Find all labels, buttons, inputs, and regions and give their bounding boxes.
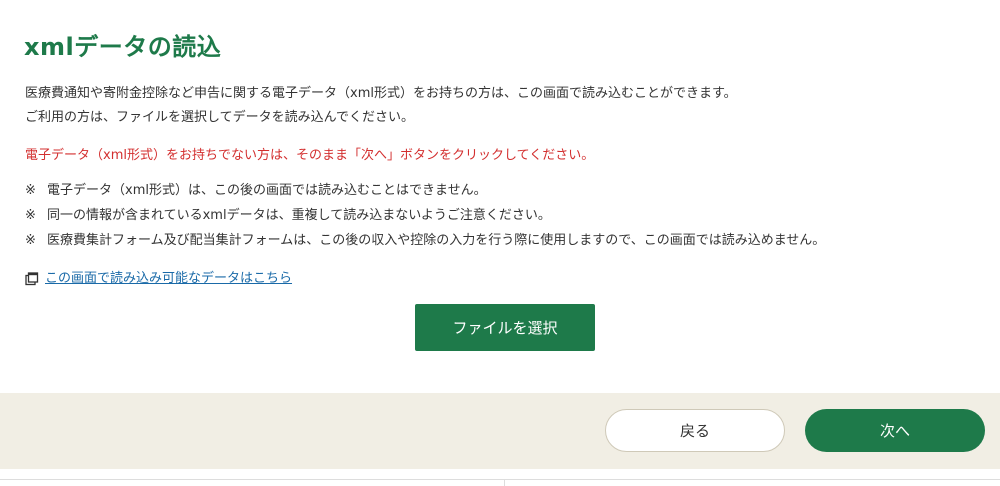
note-mark: ※ bbox=[25, 183, 36, 198]
note-text: 電子データ（xml形式）は、この後の画面では読み込むことはできません。 bbox=[47, 183, 487, 198]
bottom-divider-line bbox=[0, 479, 1000, 480]
note-text: 医療費集計フォーム及び配当集計フォームは、この後の収入や控除の入力を行う際に使用… bbox=[47, 233, 826, 248]
note-text: 同一の情報が含まれているxmlデータは、重複して読み込まないようご注意ください。 bbox=[47, 208, 551, 223]
new-window-icon bbox=[25, 272, 39, 286]
warning-message: 電子データ（xml形式）をお持ちでない方は、そのまま「次へ」ボタンをクリックして… bbox=[25, 148, 595, 163]
note-item: ※ 同一の情報が含まれているxmlデータは、重複して読み込まないようご注意くださ… bbox=[25, 203, 825, 228]
select-file-button[interactable]: ファイルを選択 bbox=[415, 304, 595, 351]
readable-data-link-row: この画面で読み込み可能なデータはこちら bbox=[25, 268, 292, 290]
xml-import-page: xmlデータの読込 医療費通知や寄附金控除など申告に関する電子データ（xml形式… bbox=[0, 0, 1000, 486]
note-item: ※ 電子データ（xml形式）は、この後の画面では読み込むことはできません。 bbox=[25, 178, 825, 203]
note-mark: ※ bbox=[25, 208, 36, 223]
note-item: ※ 医療費集計フォーム及び配当集計フォームは、この後の収入や控除の入力を行う際に… bbox=[25, 228, 825, 253]
back-button[interactable]: 戻る bbox=[605, 409, 785, 452]
note-mark: ※ bbox=[25, 233, 36, 248]
notes-list: ※ 電子データ（xml形式）は、この後の画面では読み込むことはできません。 ※ … bbox=[25, 178, 825, 253]
readable-data-link[interactable]: この画面で読み込み可能なデータはこちら bbox=[45, 268, 292, 290]
next-button[interactable]: 次へ bbox=[805, 409, 985, 452]
intro-line-2: ご利用の方は、ファイルを選択してデータを読み込んでください。 bbox=[25, 110, 414, 125]
intro-text: 医療費通知や寄附金控除など申告に関する電子データ（xml形式）をお持ちの方は、こ… bbox=[25, 82, 737, 130]
intro-line-1: 医療費通知や寄附金控除など申告に関する電子データ（xml形式）をお持ちの方は、こ… bbox=[25, 86, 737, 101]
page-title: xmlデータの読込 bbox=[24, 33, 222, 61]
bottom-column-divider bbox=[504, 479, 505, 486]
